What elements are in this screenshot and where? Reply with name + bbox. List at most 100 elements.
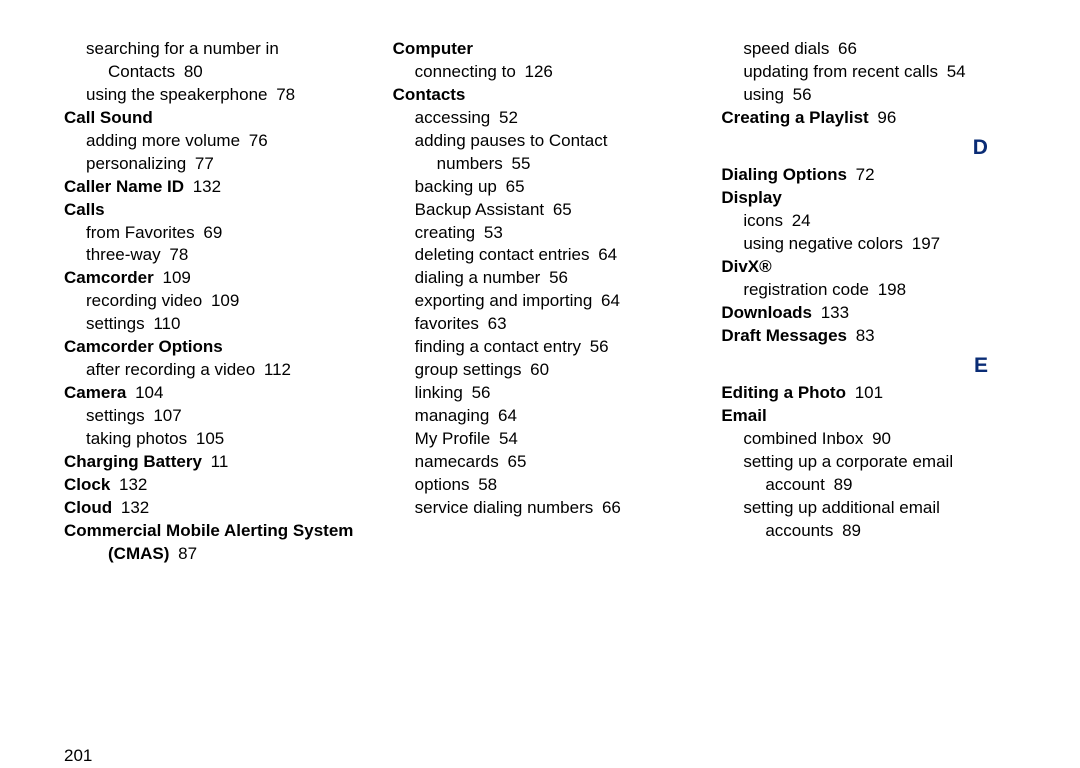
entry-page: 66 xyxy=(833,39,857,58)
entry-page: 24 xyxy=(787,211,811,230)
index-entry: adding pauses to Contact xyxy=(393,130,688,153)
entry-text: taking photos xyxy=(86,429,187,448)
entry-page: 132 xyxy=(116,498,149,517)
entry-page: 65 xyxy=(503,452,527,471)
entry-text: DivX® xyxy=(721,257,771,276)
entry-text: options xyxy=(415,475,470,494)
entry-page: 56 xyxy=(467,383,491,402)
index-entry: deleting contact entries 64 xyxy=(393,244,688,267)
index-entry: Cloud 132 xyxy=(64,497,359,520)
entry-text: recording video xyxy=(86,291,202,310)
entry-page: 64 xyxy=(594,245,618,264)
entry-text: Camcorder xyxy=(64,268,154,287)
entry-text: creating xyxy=(415,223,475,242)
entry-text: Contacts xyxy=(108,62,175,81)
entry-text: My Profile xyxy=(415,429,491,448)
entry-text: Creating a Playlist xyxy=(721,108,868,127)
entry-page: 112 xyxy=(259,360,291,379)
index-entry: Email xyxy=(721,405,1016,428)
entry-text: namecards xyxy=(415,452,499,471)
entry-page: 104 xyxy=(130,383,163,402)
entry-text: adding pauses to Contact xyxy=(415,131,608,150)
entry-page: 56 xyxy=(788,85,812,104)
entry-text: updating from recent calls xyxy=(743,62,938,81)
entry-text: Calls xyxy=(64,200,105,219)
index-entry: setting up additional email xyxy=(721,497,1016,520)
index-entry: Camcorder 109 xyxy=(64,267,359,290)
index-entry: using negative colors 197 xyxy=(721,233,1016,256)
entry-text: Downloads xyxy=(721,303,812,322)
entry-text: Backup Assistant xyxy=(415,200,544,219)
entry-text: accounts xyxy=(765,521,833,540)
entry-text: settings xyxy=(86,406,145,425)
entry-text: Dialing Options xyxy=(721,165,847,184)
index-entry: three-way 78 xyxy=(64,244,359,267)
entry-page: 77 xyxy=(190,154,214,173)
entry-text: finding a contact entry xyxy=(415,337,581,356)
entry-page: 198 xyxy=(873,280,906,299)
entry-text: Cloud xyxy=(64,498,112,517)
index-entry: numbers 55 xyxy=(393,153,688,176)
entry-page: 197 xyxy=(907,234,940,253)
index-entry: service dialing numbers 66 xyxy=(393,497,688,520)
entry-text: Contacts xyxy=(393,85,466,104)
index-entry: using 56 xyxy=(721,84,1016,107)
index-entry: Draft Messages 83 xyxy=(721,325,1016,348)
index-entry: Creating a Playlist 96 xyxy=(721,107,1016,130)
entry-page: 107 xyxy=(149,406,182,425)
index-entry: accessing 52 xyxy=(393,107,688,130)
index-entry: Clock 132 xyxy=(64,474,359,497)
entry-page: 109 xyxy=(158,268,191,287)
entry-text: after recording a video xyxy=(86,360,255,379)
index-entry: group settings 60 xyxy=(393,359,688,382)
index-entry: Calls xyxy=(64,199,359,222)
index-entry: options 58 xyxy=(393,474,688,497)
index-entry: Downloads 133 xyxy=(721,302,1016,325)
index-entry: Commercial Mobile Alerting System xyxy=(64,520,359,543)
entry-text: deleting contact entries xyxy=(415,245,590,264)
entry-text: Draft Messages xyxy=(721,326,847,345)
index-entry: Caller Name ID 132 xyxy=(64,176,359,199)
index-entry: Editing a Photo 101 xyxy=(721,382,1016,405)
index-entry: dialing a number 56 xyxy=(393,267,688,290)
entry-page: 78 xyxy=(165,245,189,264)
entry-text: Charging Battery xyxy=(64,452,202,471)
entry-text: Computer xyxy=(393,39,473,58)
index-entry: exporting and importing 64 xyxy=(393,290,688,313)
index-entry: combined Inbox 90 xyxy=(721,428,1016,451)
entry-text: searching for a number in xyxy=(86,39,279,58)
entry-page: 65 xyxy=(501,177,525,196)
entry-text: linking xyxy=(415,383,463,402)
entry-text: icons xyxy=(743,211,783,230)
entry-page: 78 xyxy=(271,85,295,104)
entry-page: 56 xyxy=(585,337,609,356)
entry-page: 89 xyxy=(837,521,861,540)
entry-page: 72 xyxy=(851,165,875,184)
entry-text: using the speakerphone xyxy=(86,85,267,104)
entry-text: dialing a number xyxy=(415,268,541,287)
index-entry: namecards 65 xyxy=(393,451,688,474)
index-entry: registration code 198 xyxy=(721,279,1016,302)
entry-text: Call Sound xyxy=(64,108,153,127)
entry-page: 63 xyxy=(483,314,507,333)
entry-page: 58 xyxy=(473,475,497,494)
index-entry: recording video 109 xyxy=(64,290,359,313)
entry-page: 76 xyxy=(244,131,268,150)
page-number: 201 xyxy=(64,745,92,768)
index-entry: updating from recent calls 54 xyxy=(721,61,1016,84)
entry-page: 96 xyxy=(873,108,897,127)
index-entry: settings 110 xyxy=(64,313,359,336)
entry-text: registration code xyxy=(743,280,869,299)
entry-text: managing xyxy=(415,406,490,425)
entry-page: 89 xyxy=(829,475,853,494)
entry-page: 53 xyxy=(479,223,503,242)
entry-page: 83 xyxy=(851,326,875,345)
index-entry: Call Sound xyxy=(64,107,359,130)
index-entry: personalizing 77 xyxy=(64,153,359,176)
index-entry: Camcorder Options xyxy=(64,336,359,359)
entry-text: Caller Name ID xyxy=(64,177,184,196)
entry-text: Commercial Mobile Alerting System xyxy=(64,521,353,540)
entry-page: 87 xyxy=(173,544,197,563)
entry-text: three-way xyxy=(86,245,161,264)
entry-page: 105 xyxy=(191,429,224,448)
